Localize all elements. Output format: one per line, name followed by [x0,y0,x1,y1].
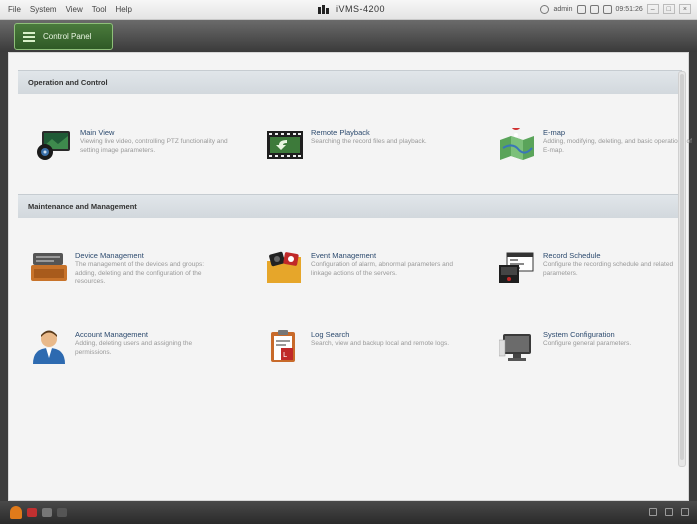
module-title: Event Management [311,251,377,260]
section-title: Maintenance and Management [28,202,137,211]
module-main-view[interactable]: Main View Viewing live video, controllin… [36,128,236,178]
log-search-icon: L [271,330,295,362]
module-description: Adding, modifying, deleting, and basic o… [543,138,692,154]
account-management-icon [33,330,65,364]
module-description: Adding, deleting users and assigning the… [75,340,193,356]
app-title: iVMS-4200 [318,4,385,14]
main-view-icon [37,131,70,160]
module-title: Remote Playback [311,128,370,137]
minimize-button[interactable]: – [646,4,659,14]
event-management-icon [267,251,301,283]
remote-playback-icon [267,131,303,159]
alarm-icon[interactable] [10,506,22,519]
module-device-management[interactable]: Device Management The management of the … [31,251,231,301]
module-description: The management of the devices and groups… [75,261,204,285]
module-title: Main View [80,128,115,137]
cpu-icon [589,4,599,14]
module-description: Searching the record files and playback. [311,138,427,145]
module-description: Search, view and backup local and remote… [311,340,450,347]
menu-system[interactable]: System [30,5,57,14]
status-bar [0,501,697,524]
module-title: System Configuration [543,330,615,339]
module-description: Configure general parameters. [543,340,632,347]
module-description: Viewing live video, controlling PTZ func… [80,138,228,154]
menu-file[interactable]: File [8,5,21,14]
title-bar: File System View Tool Help iVMS-4200 adm… [0,0,697,20]
title-tray: admin 09:51:26 – □ × [540,4,691,14]
module-title: Device Management [75,251,144,260]
vertical-scrollbar[interactable] [678,71,686,467]
clock: 09:51:26 [615,5,643,13]
module-title: E-map [543,128,566,137]
alarm-sound-icon[interactable] [27,508,37,517]
module-title: Account Management [75,330,148,339]
close-button[interactable]: × [678,4,691,14]
record-schedule-icon [499,252,534,283]
system-configuration-icon [499,334,531,361]
app-logo-icon [318,5,329,14]
module-title: Log Search [311,330,350,339]
module-description: Configure the recording schedule and rel… [543,261,674,277]
section-title: Operation and Control [28,78,108,87]
tab-label: Control Panel [43,32,92,41]
menu-bar: File System View Tool Help [8,5,132,14]
module-title: Record Schedule [543,251,601,260]
restore-icon[interactable] [681,508,689,516]
expand-arrow-icon[interactable] [57,508,67,517]
section-header-operation: Operation and Control [18,70,682,94]
maximize-button[interactable]: □ [662,4,675,14]
module-emap[interactable]: E-map Adding, modifying, deleting, and b… [499,128,697,178]
user-icon [540,4,550,14]
tab-bar: Control Panel [0,20,697,52]
section-header-maintenance: Maintenance and Management [18,194,682,218]
module-event-management[interactable]: Event Management Configuration of alarm,… [267,251,467,301]
network-icon [602,4,612,14]
lock-icon[interactable] [576,4,586,14]
module-remote-playback[interactable]: Remote Playback Searching the record fil… [267,128,467,178]
scrollbar-thumb[interactable] [680,74,684,460]
module-account-management[interactable]: Account Management Adding, deleting user… [31,330,231,380]
alarm-list-icon[interactable] [42,508,52,517]
menu-view[interactable]: View [66,5,83,14]
fullscreen-icon[interactable] [665,508,673,516]
lock-screen-icon[interactable] [649,508,657,516]
menu-help[interactable]: Help [115,5,131,14]
control-panel-icon [23,31,35,42]
device-management-icon [31,253,67,281]
control-panel: Operation and Control Main View Viewing … [8,52,692,501]
emap-icon [500,128,534,160]
module-description: Configuration of alarm, abnormal paramet… [311,261,453,277]
svg-text:L: L [283,351,287,359]
menu-tool[interactable]: Tool [92,5,107,14]
user-name: admin [553,5,573,13]
module-log-search[interactable]: L Log Search Search, view and backup loc… [267,330,467,380]
app-title-text: iVMS-4200 [336,4,386,14]
module-system-configuration[interactable]: System Configuration Configure general p… [499,330,697,380]
tab-control-panel[interactable]: Control Panel [14,23,113,50]
module-record-schedule[interactable]: Record Schedule Configure the recording … [499,251,697,301]
